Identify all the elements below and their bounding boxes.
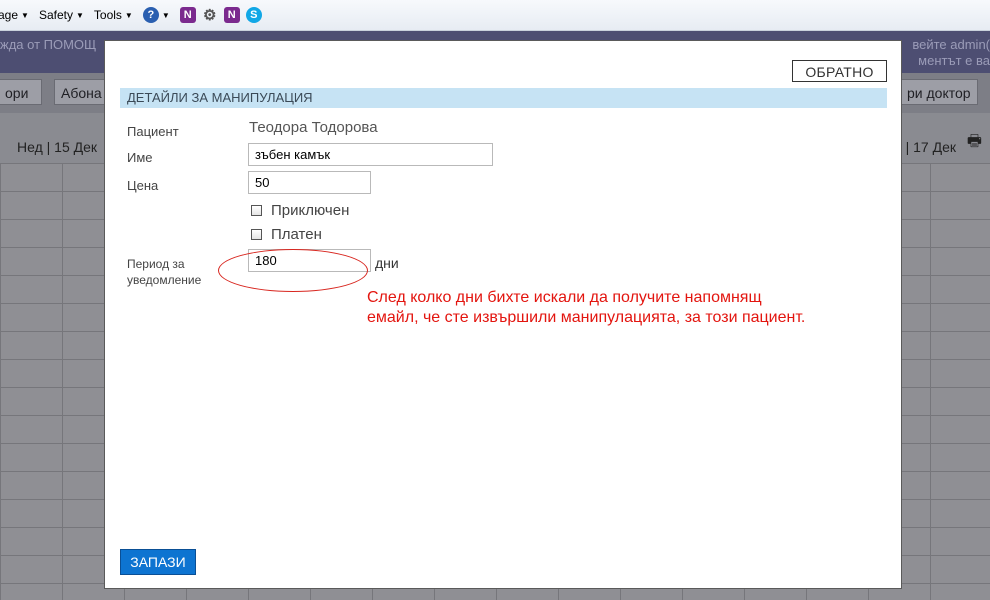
header-notice-text: ментът е ва bbox=[918, 53, 990, 68]
browser-command-bar: Page▼ Safety▼ Tools▼ ?▼ N ⚙ N S bbox=[0, 0, 990, 31]
onenote-icon[interactable]: N bbox=[223, 7, 240, 23]
annotation-line-1: След колко дни бихте искали да получите … bbox=[367, 289, 762, 306]
nav-button[interactable]: ори bbox=[0, 79, 42, 105]
manipulation-details-dialog: ОБРАТНО ДЕТАЙЛИ ЗА МАНИПУЛАЦИЯ Пациент Т… bbox=[104, 40, 902, 589]
skype-icon[interactable]: S bbox=[245, 7, 262, 23]
header-user-text: вейте admin( bbox=[912, 37, 990, 52]
tools-menu-label: Tools bbox=[93, 8, 122, 22]
patient-name: Теодора Тодорова bbox=[249, 119, 378, 136]
period-label-line1: Период за bbox=[127, 257, 185, 271]
chevron-down-icon: ▼ bbox=[75, 10, 84, 20]
printer-icon[interactable]: 🖶 bbox=[967, 130, 982, 157]
back-button[interactable]: ОБРАТНО bbox=[792, 60, 887, 82]
tools-menu[interactable]: Tools ▼ bbox=[94, 8, 133, 22]
name-input[interactable] bbox=[248, 143, 493, 166]
annotation-line-2: емайл, че сте извършили манипулацията, з… bbox=[367, 309, 806, 326]
period-label-line2: уведомление bbox=[127, 273, 202, 287]
paid-label: Платен bbox=[271, 226, 322, 243]
price-input[interactable] bbox=[248, 171, 371, 194]
page-menu[interactable]: Page▼ bbox=[0, 8, 29, 22]
section-title: ДЕТАЙЛИ ЗА МАНИПУЛАЦИЯ bbox=[120, 88, 887, 108]
safety-menu-label: Safety bbox=[38, 8, 73, 22]
gear-icon[interactable]: ⚙ bbox=[202, 7, 218, 24]
help-icon: ? bbox=[142, 7, 159, 23]
chevron-down-icon: ▼ bbox=[21, 10, 29, 20]
header-help-text: жда от ПОМОЩ bbox=[0, 37, 97, 52]
help-menu[interactable]: ? ▼ bbox=[142, 7, 170, 23]
paid-checkbox-row[interactable]: Платен bbox=[251, 226, 322, 243]
safety-menu[interactable]: Safety ▼ bbox=[39, 8, 84, 22]
save-button[interactable]: ЗАПАЗИ bbox=[120, 549, 196, 575]
nav-button[interactable]: ри доктор bbox=[900, 79, 978, 105]
chevron-down-icon: ▼ bbox=[161, 10, 170, 20]
annotation-note: След колко дни бихте искали да получите … bbox=[367, 288, 897, 328]
chevron-down-icon: ▼ bbox=[124, 10, 133, 20]
period-unit: дни bbox=[375, 255, 399, 271]
date-left: Нед | 15 Дек bbox=[17, 139, 98, 155]
completed-label: Приключен bbox=[271, 202, 350, 219]
highlight-circle bbox=[218, 249, 368, 292]
page-menu-label: Page bbox=[0, 8, 19, 22]
completed-checkbox[interactable] bbox=[251, 205, 262, 216]
onenote-icon[interactable]: N bbox=[179, 7, 196, 23]
nav-button[interactable]: Абона bbox=[54, 79, 106, 105]
date-right: | 17 Дек bbox=[905, 139, 956, 155]
name-label: Име bbox=[127, 150, 153, 165]
patient-label: Пациент bbox=[127, 124, 179, 139]
paid-checkbox[interactable] bbox=[251, 229, 262, 240]
price-label: Цена bbox=[127, 178, 159, 193]
completed-checkbox-row[interactable]: Приключен bbox=[251, 202, 349, 219]
